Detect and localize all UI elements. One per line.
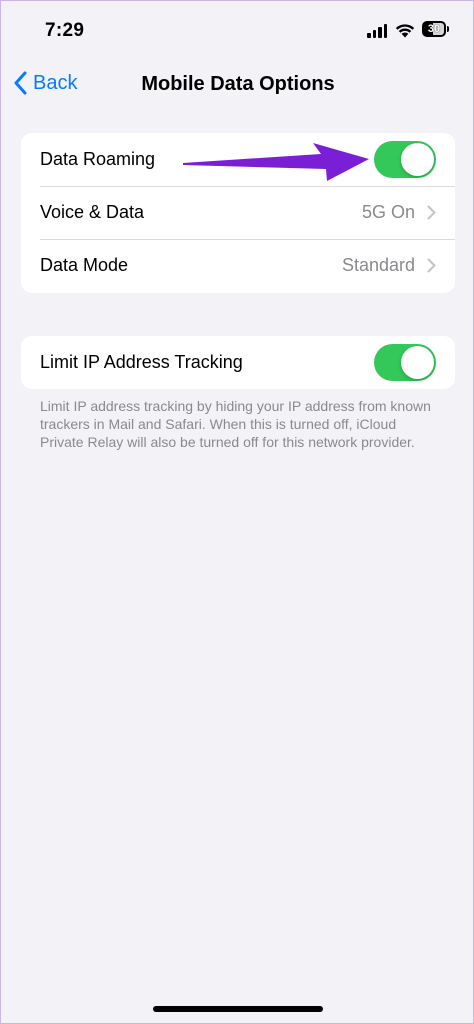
limit-ip-tracking-row: Limit IP Address Tracking xyxy=(21,336,455,389)
page-title: Mobile Data Options xyxy=(141,73,335,95)
status-time: 7:29 xyxy=(45,20,85,41)
voice-data-row[interactable]: Voice & Data 5G On xyxy=(21,186,455,239)
chevron-right-icon xyxy=(427,205,436,220)
battery-icon: 30 xyxy=(422,21,450,37)
data-roaming-toggle[interactable] xyxy=(374,141,436,178)
voice-data-value: 5G On xyxy=(361,202,415,222)
data-mode-label: Data Mode xyxy=(40,255,129,275)
data-mode-value: Standard xyxy=(341,255,415,275)
battery-percent: 30 xyxy=(427,23,441,35)
voice-data-label: Voice & Data xyxy=(40,202,145,222)
limit-ip-tracking-toggle[interactable] xyxy=(374,344,436,381)
navigation-bar: Back Mobile Data Options xyxy=(1,61,474,109)
wifi-icon xyxy=(395,24,415,38)
annotation-arrow-icon xyxy=(183,143,369,181)
ip-tracking-footer-note: Limit IP address tracking by hiding your… xyxy=(40,398,431,450)
toggle-knob xyxy=(401,143,434,176)
data-mode-row[interactable]: Data Mode Standard xyxy=(21,239,455,292)
chevron-right-icon xyxy=(427,258,436,273)
ip-tracking-group: Limit IP Address Tracking xyxy=(21,336,455,389)
limit-ip-tracking-label: Limit IP Address Tracking xyxy=(40,352,243,372)
toggle-knob xyxy=(401,346,434,379)
status-bar: 7:29 30 xyxy=(1,1,474,61)
cellular-signal-icon xyxy=(367,23,387,38)
home-indicator[interactable] xyxy=(153,1006,323,1012)
